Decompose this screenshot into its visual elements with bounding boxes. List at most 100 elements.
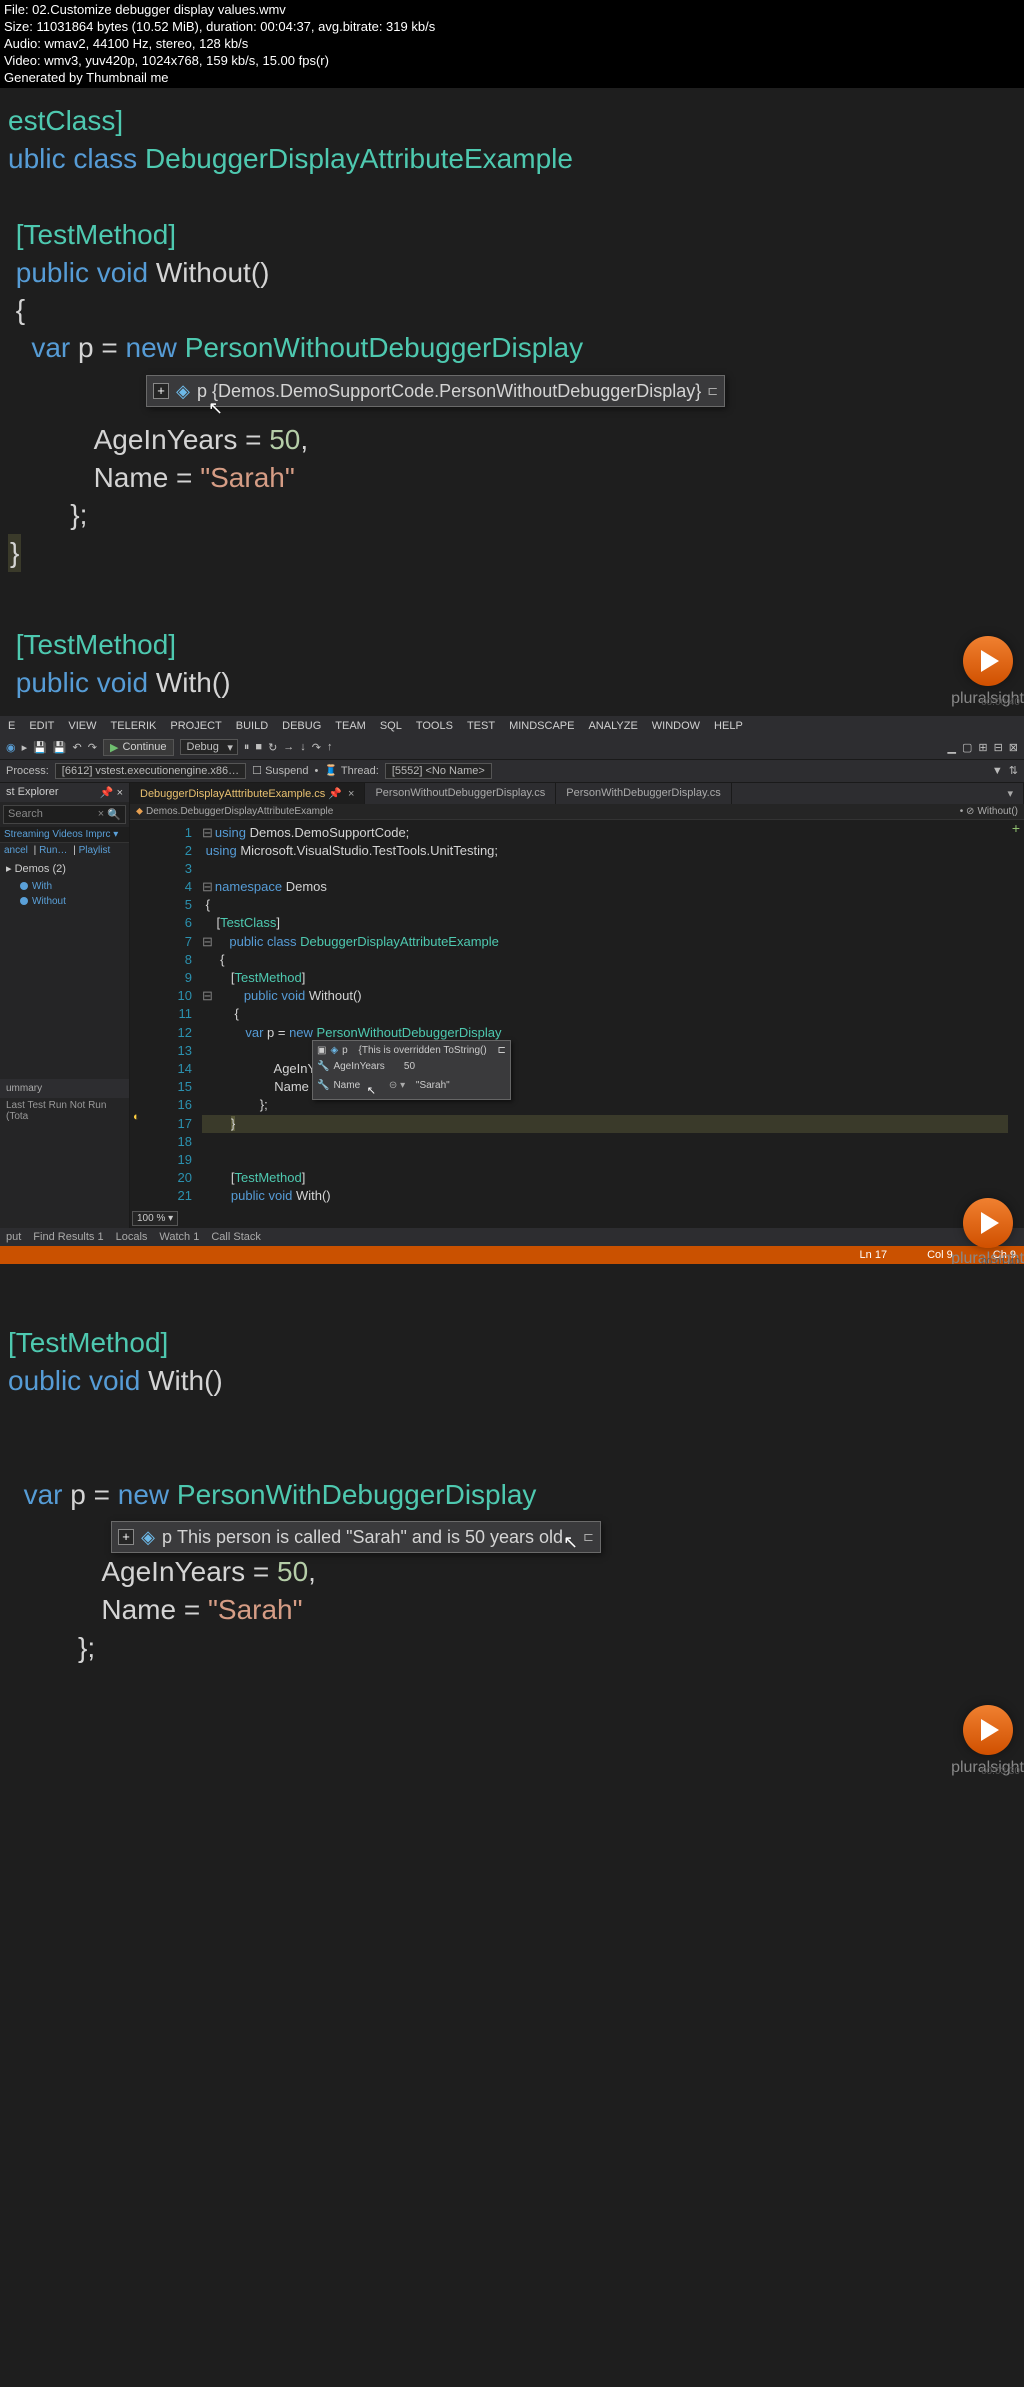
breadcrumb-member[interactable]: • ⊘ Without() [960, 806, 1018, 817]
process-dropdown[interactable]: [6612] vstest.executionengine.x86… [55, 763, 246, 779]
pause-icon[interactable]: ⏸ [244, 741, 250, 754]
test-group[interactable]: ▸ Demos (2) [0, 858, 129, 879]
datatip-value: This person is called "Sarah" and is 50 … [177, 1525, 563, 1549]
menu-item[interactable]: TOOLS [416, 720, 453, 732]
run-link[interactable]: Run… [39, 845, 67, 856]
code-content[interactable]: ⊟using Demos.DemoSupportCode; using Micr… [202, 820, 1008, 1210]
thread-dropdown[interactable]: [5552] <No Name> [385, 763, 492, 779]
keyword-var: var [31, 332, 70, 363]
menu-item[interactable]: EDIT [29, 720, 54, 732]
test-item-without[interactable]: Without [0, 894, 129, 909]
suspend-toggle[interactable]: ☐ Suspend [252, 764, 308, 777]
datatip-row[interactable]: 🔧Name ⊝ ▾ "Sarah" [317, 1075, 506, 1097]
close-icon[interactable]: × [348, 788, 354, 800]
menu-item[interactable]: TELERIK [111, 720, 157, 732]
datatip-row[interactable]: ▣◈p {This is overridden ToString() ⊏ [317, 1043, 506, 1059]
pin-icon[interactable]: ⊏ [707, 382, 718, 400]
stack-frame-icon[interactable]: ⇅ [1009, 764, 1018, 777]
pin-icon[interactable]: ⊏ [497, 1044, 505, 1058]
menu-item[interactable]: ANALYZE [588, 720, 637, 732]
pin-icon[interactable]: 📌 [100, 787, 114, 799]
close-icon[interactable]: × [117, 787, 123, 799]
timecode: 00:00:40 [981, 696, 1020, 710]
debugger-datatip[interactable]: + ◈ p This person is called "Sarah" and … [111, 1521, 601, 1553]
nav-forward-icon[interactable]: ▸ [22, 741, 28, 754]
menu-item[interactable]: PROJECT [170, 720, 221, 732]
undo-icon[interactable]: ↶ [73, 741, 82, 754]
streaming-link[interactable]: Streaming Videos Imprc ▾ [0, 827, 129, 843]
breadcrumb-scope[interactable]: ⬥Demos.DebuggerDisplayAttributeExample [136, 806, 333, 817]
pluralsight-logo: pluralsight 00:00:40 [951, 636, 1024, 710]
toolbar-btn[interactable]: ▢ [962, 741, 972, 754]
pin-icon[interactable]: 📌 [328, 788, 342, 800]
toolbar-btn[interactable]: ⊞ [978, 741, 987, 754]
toolbar-btn[interactable]: ⊠ [1009, 741, 1018, 754]
menu-item[interactable]: E [8, 720, 15, 732]
editor-tabs[interactable]: DebuggerDisplayAtttributeExample.cs 📌× P… [130, 783, 1024, 804]
pin-icon[interactable]: ⊏ [583, 1528, 594, 1546]
datatip-var: p [162, 1525, 172, 1549]
expand-icon[interactable]: + [153, 383, 169, 399]
search-input[interactable]: Search × 🔍 [3, 805, 126, 824]
bottom-tab[interactable]: Watch 1 [159, 1231, 199, 1243]
expand-icon[interactable]: + [118, 1529, 134, 1545]
step-over-icon[interactable]: ↷ [312, 741, 321, 754]
show-next-icon[interactable]: → [283, 741, 294, 753]
search-icon[interactable]: 🔍 [107, 808, 121, 821]
nav-back-icon[interactable]: ◉ [6, 741, 16, 754]
menu-item[interactable]: WINDOW [652, 720, 700, 732]
menu-item[interactable]: HELP [714, 720, 743, 732]
code-area[interactable]: ◐ 123456789101112131415161718192021 ⊟usi… [130, 820, 1024, 1210]
bottom-tab[interactable]: Locals [116, 1231, 148, 1243]
debugger-datatip[interactable]: + ◈ p {Demos.DemoSupportCode.PersonWitho… [146, 375, 725, 407]
clear-icon[interactable]: × [98, 808, 104, 820]
method-name: With [148, 1365, 204, 1396]
breadcrumb[interactable]: ⬥Demos.DebuggerDisplayAttributeExample •… [130, 804, 1024, 820]
editor-tab-active[interactable]: DebuggerDisplayAtttributeExample.cs 📌× [130, 783, 365, 804]
continue-button[interactable]: ▶Continue [103, 739, 174, 756]
bottom-tab[interactable]: Find Results 1 [33, 1231, 103, 1243]
bottom-tab[interactable]: put [6, 1231, 21, 1243]
step-into-icon[interactable]: ↓ [300, 741, 306, 753]
add-icon[interactable]: + [1008, 820, 1024, 836]
property-age: AgeInYears = [94, 424, 270, 455]
play-icon [963, 1705, 1013, 1755]
menu-item[interactable]: BUILD [236, 720, 268, 732]
filter-icon[interactable]: ▼ [992, 765, 1003, 777]
redo-icon[interactable]: ↷ [88, 741, 97, 754]
expand-icon[interactable]: ▣ [317, 1044, 326, 1058]
playlist-link[interactable]: Playlist [79, 845, 111, 856]
toolbar-btn[interactable]: ▁ [947, 741, 955, 754]
bottom-tab[interactable]: Call Stack [211, 1231, 261, 1243]
keyword-new: new [118, 1479, 169, 1510]
save-all-icon[interactable]: 💾 [53, 741, 67, 754]
breakpoint-margin[interactable]: ◐ [130, 820, 152, 1210]
tab-overflow-icon[interactable]: ▾ [997, 783, 1024, 804]
menu-item[interactable]: TEAM [335, 720, 366, 732]
menu-item[interactable]: SQL [380, 720, 402, 732]
editor-tab[interactable]: PersonWithoutDebuggerDisplay.cs [365, 783, 556, 804]
zoom-dropdown[interactable]: 100 % ▾ [132, 1211, 178, 1226]
menu-item[interactable]: DEBUG [282, 720, 321, 732]
menu-item[interactable]: TEST [467, 720, 495, 732]
test-explorer-panel[interactable]: st Explorer 📌 × Search × 🔍 Streaming Vid… [0, 783, 130, 1229]
toolbar-btn[interactable]: ⊟ [994, 741, 1003, 754]
menu-bar[interactable]: E EDIT VIEW TELERIK PROJECT BUILD DEBUG … [0, 716, 1024, 736]
process-label: Process: [6, 765, 49, 777]
config-dropdown[interactable]: Debug [180, 739, 238, 755]
editor-tab[interactable]: PersonWithDebuggerDisplay.cs [556, 783, 731, 804]
bottom-tabs[interactable]: put Find Results 1 Locals Watch 1 Call S… [0, 1228, 1024, 1246]
scroll-map[interactable]: + [1008, 820, 1024, 1210]
toolbar[interactable]: ◉ ▸ 💾 💾 ↶ ↷ ▶Continue Debug ⏸ ■ ↻ → ↓ ↷ … [0, 736, 1024, 760]
stop-icon[interactable]: ■ [255, 741, 262, 753]
cancel-link[interactable]: ancel [4, 845, 28, 856]
menu-item[interactable]: VIEW [68, 720, 96, 732]
step-out-icon[interactable]: ↑ [327, 741, 333, 753]
restart-icon[interactable]: ↻ [268, 741, 277, 754]
debugger-datatip-expanded[interactable]: ▣◈p {This is overridden ToString() ⊏ 🔧Ag… [312, 1040, 511, 1100]
datatip-row[interactable]: 🔧AgeInYears 50 [317, 1059, 506, 1075]
test-item-with[interactable]: With [0, 879, 129, 894]
menu-item[interactable]: MINDSCAPE [509, 720, 574, 732]
test-method-attr: [TestMethod] [16, 219, 176, 250]
save-icon[interactable]: 💾 [33, 741, 47, 754]
